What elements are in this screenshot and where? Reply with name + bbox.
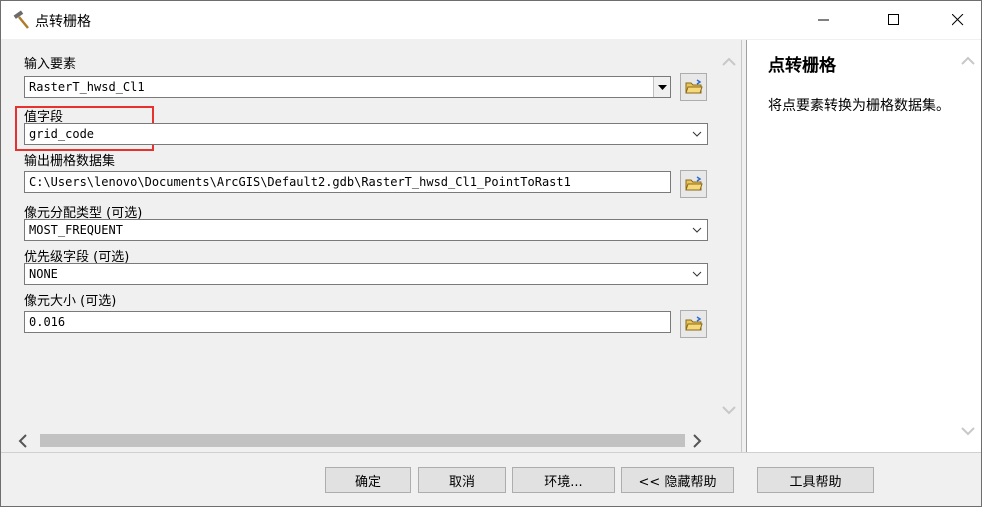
close-icon [952, 14, 964, 26]
maximize-icon [888, 14, 899, 25]
environments-button[interactable]: 环境... [512, 467, 615, 493]
help-title: 点转栅格 [768, 56, 836, 76]
scroll-left-icon[interactable] [18, 434, 28, 448]
scrollbar-thumb[interactable] [40, 434, 685, 447]
hide-help-button[interactable]: << 隐藏帮助 [621, 467, 734, 493]
scroll-down-icon[interactable] [722, 405, 736, 415]
vertical-scrollbar[interactable] [720, 45, 737, 425]
close-button[interactable] [935, 1, 981, 39]
folder-open-icon [684, 79, 703, 94]
input-features-dropdown[interactable] [653, 77, 670, 97]
cell-assignment-select[interactable]: MOST_FREQUENT [24, 219, 708, 241]
hammer-icon [13, 10, 29, 29]
scroll-right-icon[interactable] [692, 434, 702, 448]
output-raster-browse-button[interactable] [680, 170, 707, 198]
input-features-label: 输入要素 [24, 57, 77, 72]
cell-size-input[interactable]: 0.016 [24, 311, 671, 333]
tool-dialog: 点转栅格 输入要素 RasterT_hwsd_Cl1 值字段 grid_code… [0, 0, 982, 507]
cell-assignment-value: MOST_FREQUENT [29, 223, 123, 237]
value-field-select[interactable]: grid_code [24, 123, 708, 145]
chevron-down-icon [692, 271, 702, 277]
help-pane: 点转栅格 将点要素转换为栅格数据集。 [746, 40, 981, 452]
priority-field-value: NONE [29, 267, 58, 281]
cell-size-value: 0.016 [29, 315, 66, 329]
chevron-down-icon [657, 84, 667, 90]
chevron-down-icon [692, 131, 702, 137]
button-bar: 确定 取消 环境... << 隐藏帮助 工具帮助 [1, 452, 981, 506]
minimize-button[interactable] [801, 1, 847, 39]
maximize-button[interactable] [871, 1, 917, 39]
chevron-down-icon [692, 227, 702, 233]
window-title: 点转栅格 [35, 14, 91, 30]
output-raster-input[interactable]: C:\Users\lenovo\Documents\ArcGIS\Default… [24, 171, 671, 193]
output-raster-label: 输出栅格数据集 [24, 154, 116, 169]
minimize-icon [818, 19, 829, 21]
priority-field-select[interactable]: NONE [24, 263, 708, 285]
folder-open-icon [684, 176, 703, 191]
scroll-down-icon[interactable] [961, 426, 975, 436]
scroll-up-icon[interactable] [961, 56, 975, 66]
value-field-value: grid_code [29, 127, 95, 141]
help-text: 将点要素转换为栅格数据集。 [768, 98, 950, 114]
cell-size-browse-button[interactable] [680, 310, 707, 338]
tool-help-button[interactable]: 工具帮助 [757, 467, 874, 493]
output-raster-value: C:\Users\lenovo\Documents\ArcGIS\Default… [29, 175, 571, 189]
input-features-combo[interactable]: RasterT_hwsd_Cl1 [24, 76, 671, 98]
input-features-browse-button[interactable] [680, 73, 707, 101]
input-features-value: RasterT_hwsd_Cl1 [29, 80, 145, 94]
horizontal-scrollbar[interactable] [14, 432, 714, 449]
ok-button[interactable]: 确定 [325, 467, 411, 493]
scroll-up-icon[interactable] [722, 57, 736, 67]
title-bar[interactable]: 点转栅格 [1, 1, 981, 39]
parameters-pane: 输入要素 RasterT_hwsd_Cl1 值字段 grid_code 输出栅格… [4, 40, 741, 452]
folder-open-icon [684, 316, 703, 331]
cell-size-label: 像元大小 (可选) [24, 294, 117, 309]
cancel-button[interactable]: 取消 [418, 467, 506, 493]
